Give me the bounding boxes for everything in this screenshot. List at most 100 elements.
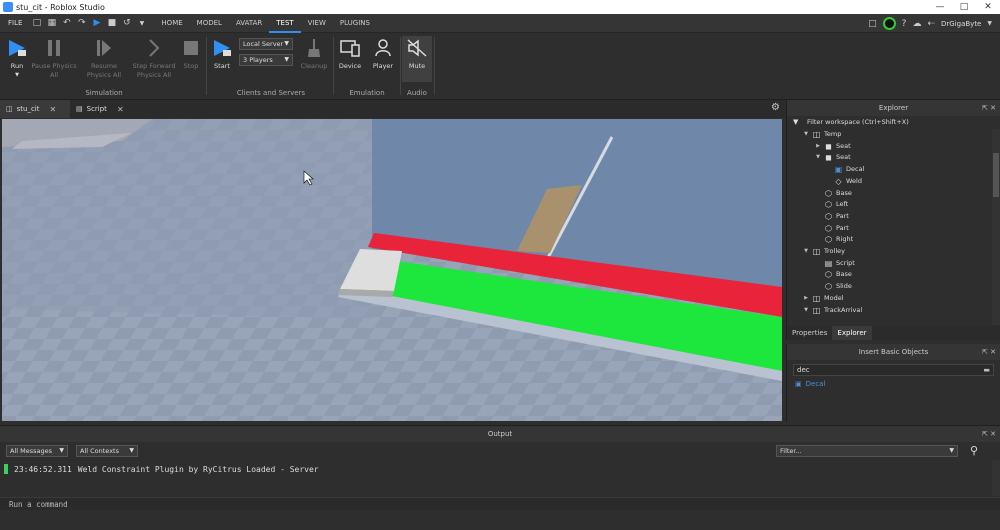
cloud-icon[interactable]: ☁ <box>912 19 921 29</box>
undo-history-icon[interactable]: ↺ <box>120 17 133 30</box>
contexts-filter-dropdown[interactable]: All Contexts ▼ <box>76 445 138 457</box>
panel-controls[interactable]: ⇱ ✕ <box>982 426 996 442</box>
chevron-right-icon[interactable]: ▶ <box>815 141 821 153</box>
menu-bar: FILE □ ▦ ↶ ↷ ▶ ■ ↺ ▼ HOME MODEL AVATAR T… <box>0 14 1000 33</box>
chevron-down-icon[interactable]: ▼ <box>987 20 992 27</box>
tree-item[interactable]: ◇ Weld <box>834 176 862 188</box>
chevron-down-icon[interactable]: ▼ <box>803 246 809 258</box>
chevron-down-icon: ▼ <box>15 72 19 78</box>
tree-item[interactable]: ▼ ◫ Trolley <box>803 246 845 258</box>
minimize-icon[interactable]: — <box>928 0 952 14</box>
resume-physics-button[interactable]: Resume Physics All <box>80 38 128 80</box>
ribbon-separator <box>400 37 401 95</box>
tree-item[interactable]: ▶ ◫ Model <box>803 293 843 305</box>
undo-icon[interactable]: ↶ <box>60 17 73 30</box>
tree-item[interactable]: ⬡ Left <box>824 199 848 211</box>
chevron-right-icon[interactable]: ▶ <box>803 293 809 305</box>
explorer-scrollbar[interactable] <box>992 129 1000 325</box>
chevron-down-icon[interactable]: ▼ <box>803 129 809 141</box>
run-button[interactable]: Run ▼ <box>4 38 30 80</box>
tab-plugins[interactable]: PLUGINS <box>333 14 377 33</box>
filter-icon: ▼ <box>793 118 799 126</box>
tree-item[interactable]: ▤ Script <box>824 258 855 270</box>
output-scrollbar[interactable] <box>992 460 1000 496</box>
start-icon <box>211 38 233 58</box>
explorer-filter[interactable]: ▼ Filter workspace (Ctrl+Shift+X) <box>787 116 1000 129</box>
tree-item[interactable]: ⬡ Part <box>824 211 849 223</box>
tab-stu-cit[interactable]: ◫ stu_cit ✕ <box>0 100 70 118</box>
stop-icon[interactable]: ■ <box>105 17 118 30</box>
tab-model[interactable]: MODEL <box>190 14 229 33</box>
tab-properties[interactable]: Properties <box>787 326 832 340</box>
explorer-bottom-tabs: Properties Explorer <box>787 326 1000 340</box>
clear-output-icon[interactable]: ⚲ <box>970 444 978 457</box>
tree-item[interactable]: ▣ Decal <box>834 164 865 176</box>
tab-home[interactable]: HOME <box>154 14 189 33</box>
scrollbar-thumb[interactable] <box>993 153 999 197</box>
tree-item[interactable]: ⬡ Base <box>824 269 852 281</box>
run-icon <box>6 38 28 58</box>
player-button[interactable]: Player <box>369 38 397 71</box>
chevron-down-icon[interactable]: ▼ <box>803 305 809 317</box>
tab-explorer[interactable]: Explorer <box>832 326 872 340</box>
tab-avatar[interactable]: AVATAR <box>229 14 269 33</box>
tab-view[interactable]: VIEW <box>301 14 333 33</box>
command-input[interactable] <box>0 498 990 510</box>
start-button[interactable]: Start <box>209 38 235 71</box>
part-icon: ⬡ <box>825 200 832 210</box>
settings-icon[interactable]: ▬ <box>983 365 990 375</box>
part-icon: ⬡ <box>825 223 832 233</box>
seat-icon: ◼ <box>825 141 832 151</box>
tab-test[interactable]: TEST <box>269 14 301 33</box>
device-icon <box>339 38 361 58</box>
redo-icon[interactable]: ↷ <box>75 17 88 30</box>
gear-icon[interactable]: ⚙ <box>771 102 780 113</box>
new-file-icon[interactable]: □ <box>30 17 43 30</box>
tree-item[interactable]: ▼ ◫ TrackArrival <box>803 305 862 317</box>
tree-item[interactable]: ▶ ◼ Seat <box>815 141 851 153</box>
window-title: stu_cit - Roblox Studio <box>16 2 105 12</box>
cleanup-button[interactable]: Cleanup <box>298 38 330 71</box>
chevron-down-icon[interactable]: ▼ <box>135 17 148 30</box>
insert-objects-search[interactable]: dec ▬ <box>793 364 994 376</box>
device-button[interactable]: Device <box>336 38 364 71</box>
avatar[interactable] <box>882 17 896 30</box>
pause-physics-button[interactable]: Pause Physics All <box>30 38 78 80</box>
stop-button[interactable]: Stop <box>178 38 204 71</box>
close-icon[interactable]: ✕ <box>117 105 124 114</box>
output-filter-input[interactable]: Filter... ▼ <box>776 445 958 457</box>
tree-item[interactable]: ⬡ Part <box>824 223 849 235</box>
notification-icon[interactable]: □ <box>868 19 877 29</box>
tree-item[interactable]: ⬡ Base <box>824 188 852 200</box>
command-bar <box>0 497 1000 510</box>
help-icon[interactable]: ? <box>902 19 907 29</box>
3d-viewport[interactable] <box>2 119 782 421</box>
tree-item[interactable]: ⬡ Slide <box>824 281 852 293</box>
group-label-clients-servers: Clients and Servers <box>236 89 306 97</box>
chevron-down-icon[interactable]: ▼ <box>815 152 821 164</box>
ribbon: Run ▼ Pause Physics All Resume Physics A… <box>0 33 1000 100</box>
play-icon[interactable]: ▶ <box>90 17 103 30</box>
close-icon[interactable]: ✕ <box>50 105 57 114</box>
close-icon[interactable]: ✕ <box>976 0 1000 14</box>
weld-icon: ◇ <box>835 176 842 186</box>
messages-filter-dropdown[interactable]: All Messages ▼ <box>6 445 68 457</box>
title-bar: stu_cit - Roblox Studio — □ ✕ <box>0 0 1000 14</box>
share-icon[interactable]: ⇠ <box>927 19 935 29</box>
mute-button[interactable]: Mute <box>402 36 432 82</box>
tab-script[interactable]: ▤ Script ✕ <box>70 100 124 118</box>
tree-item[interactable]: ▼ ◼ Seat <box>815 152 851 164</box>
tree-item[interactable]: ▼ ◫ Temp <box>803 129 841 141</box>
open-folder-icon[interactable]: ▦ <box>45 17 58 30</box>
players-dropdown[interactable]: 3 Players ▼ <box>239 54 293 66</box>
step-forward-button[interactable]: Step Forward Physics All <box>130 38 178 80</box>
file-menu[interactable]: FILE <box>0 19 30 27</box>
panel-controls[interactable]: ⇱ ✕ <box>982 344 996 360</box>
tree-item[interactable]: ⬡ Right <box>824 234 853 246</box>
decal-icon: ▣ <box>795 380 802 388</box>
insert-result-decal[interactable]: ▣ Decal <box>795 380 992 388</box>
maximize-icon[interactable]: □ <box>952 0 976 14</box>
panel-controls[interactable]: ⇱ ✕ <box>982 100 996 116</box>
username[interactable]: DrGigaByte <box>941 20 981 28</box>
server-mode-dropdown[interactable]: Local Server ▼ <box>239 38 293 50</box>
